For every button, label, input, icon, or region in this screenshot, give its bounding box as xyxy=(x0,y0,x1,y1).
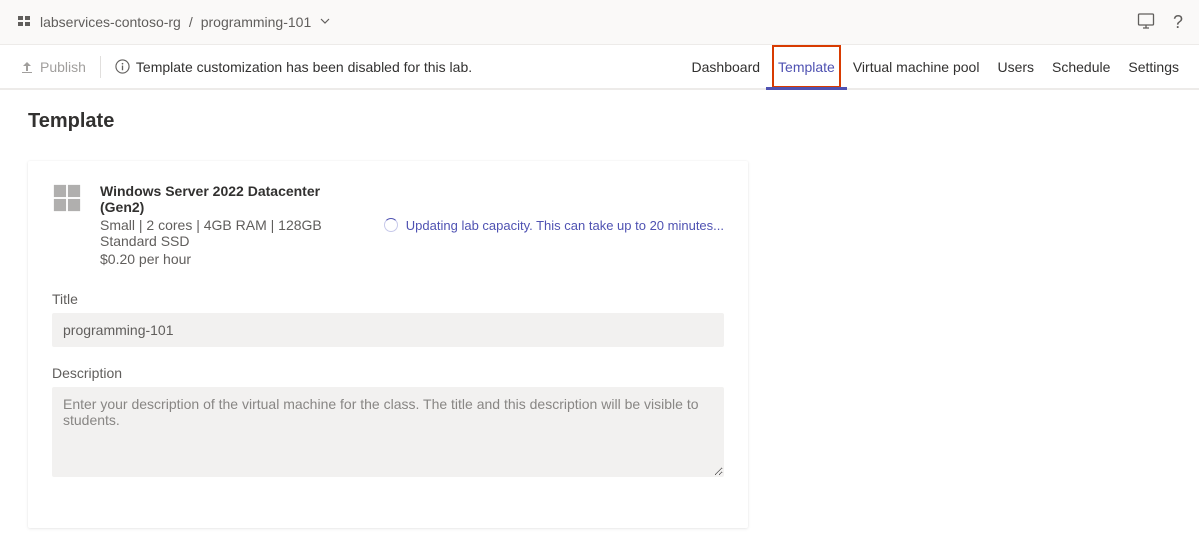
command-bar-left: Publish Template customization has been … xyxy=(20,56,472,78)
top-bar-actions: ? xyxy=(1137,12,1183,33)
top-bar: labservices-contoso-rg / programming-101… xyxy=(0,0,1199,45)
tab-virtual-machine-pool[interactable]: Virtual machine pool xyxy=(853,45,980,88)
page-content: Template Windows Server 2022 Datacenter … xyxy=(0,90,1199,548)
command-bar: Publish Template customization has been … xyxy=(0,45,1199,90)
tab-template[interactable]: Template xyxy=(772,45,841,88)
info-icon xyxy=(115,59,130,74)
chevron-down-icon xyxy=(315,14,331,30)
status-message: Updating lab capacity. This can take up … xyxy=(384,183,724,267)
title-field: Title xyxy=(52,291,724,347)
description-input[interactable] xyxy=(52,387,724,477)
tab-schedule[interactable]: Schedule xyxy=(1052,45,1110,88)
breadcrumb-separator: / xyxy=(189,14,193,30)
description-field: Description xyxy=(52,365,724,480)
title-input[interactable] xyxy=(52,313,724,347)
spinner-icon xyxy=(384,218,398,232)
breadcrumb-current[interactable]: programming-101 xyxy=(201,14,331,30)
vm-spec: Small | 2 cores | 4GB RAM | 128GB Standa… xyxy=(100,217,366,249)
page-title: Template xyxy=(28,110,1171,133)
info-message: Template customization has been disabled… xyxy=(115,59,472,75)
tab-users[interactable]: Users xyxy=(997,45,1034,88)
nav-tabs: Dashboard Template Virtual machine pool … xyxy=(692,45,1179,88)
help-icon[interactable]: ? xyxy=(1173,12,1183,33)
vm-cost: $0.20 per hour xyxy=(100,251,366,267)
vm-name: Windows Server 2022 Datacenter (Gen2) xyxy=(100,183,366,215)
tab-settings[interactable]: Settings xyxy=(1128,45,1179,88)
resource-group-icon xyxy=(16,13,32,32)
description-label: Description xyxy=(52,365,724,381)
publish-button[interactable]: Publish xyxy=(20,59,86,75)
monitor-icon[interactable] xyxy=(1137,12,1155,33)
upload-icon xyxy=(20,60,34,74)
windows-icon xyxy=(52,183,82,267)
breadcrumb: labservices-contoso-rg / programming-101 xyxy=(16,13,331,32)
breadcrumb-parent[interactable]: labservices-contoso-rg xyxy=(40,14,181,30)
vm-header: Windows Server 2022 Datacenter (Gen2) Sm… xyxy=(52,183,724,267)
template-card: Windows Server 2022 Datacenter (Gen2) Sm… xyxy=(28,161,748,528)
title-label: Title xyxy=(52,291,724,307)
tab-dashboard[interactable]: Dashboard xyxy=(692,45,761,88)
vm-info: Windows Server 2022 Datacenter (Gen2) Sm… xyxy=(100,183,366,267)
separator xyxy=(100,56,101,78)
